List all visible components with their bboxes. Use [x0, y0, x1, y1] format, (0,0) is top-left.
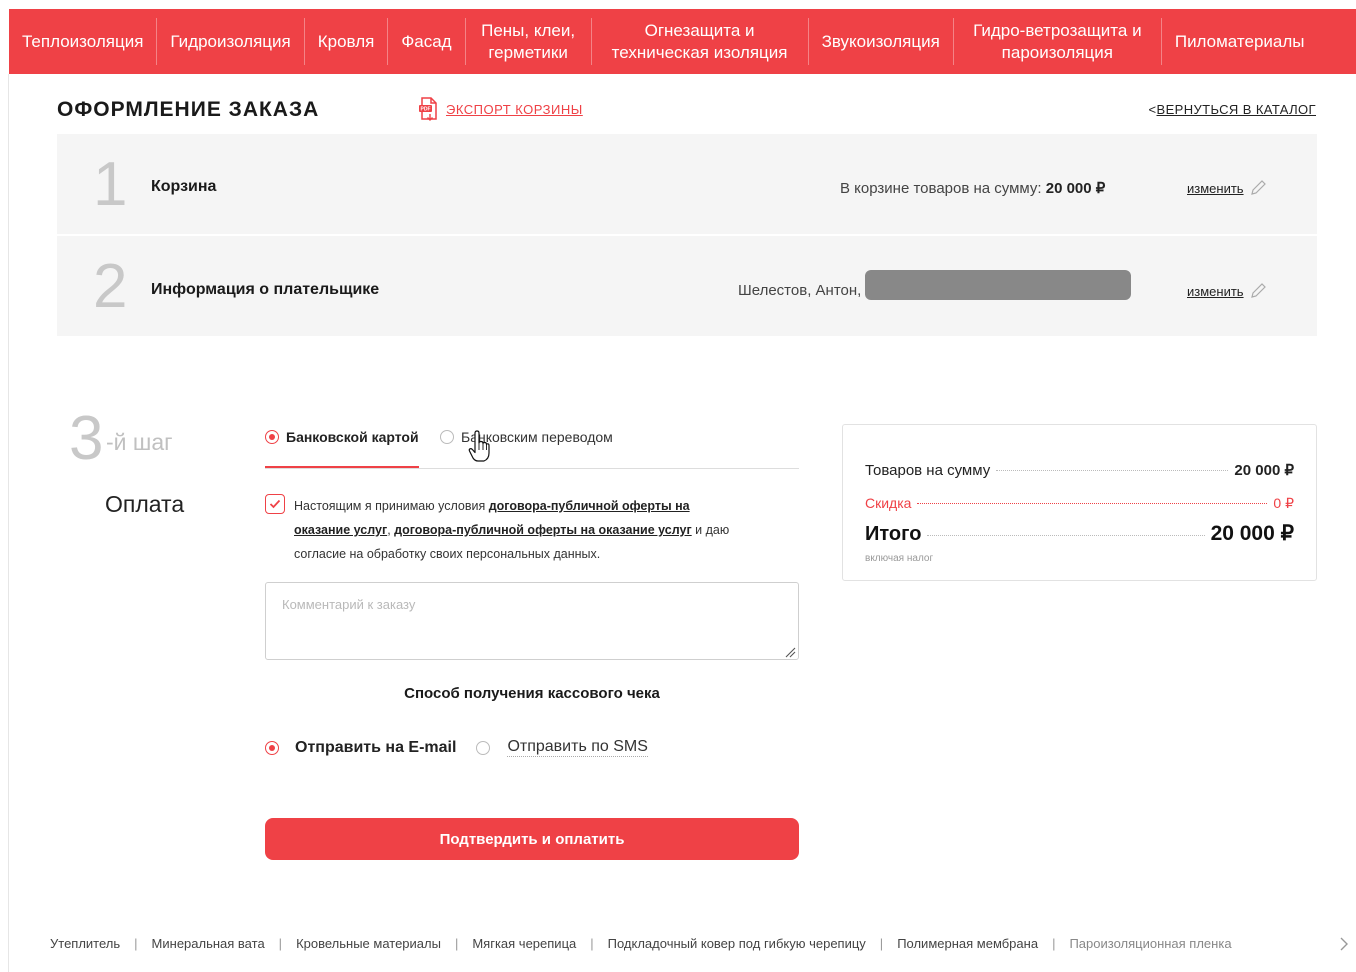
page-title: ОФОРМЛЕНИЕ ЗАКАЗА: [57, 98, 320, 121]
edit-label: изменить: [1187, 283, 1244, 299]
payment-tab-bank-transfer[interactable]: Банковским переводом: [440, 426, 613, 448]
edit-payer-button[interactable]: изменить: [1187, 281, 1268, 301]
nav-item-waterproofing[interactable]: Гидроизоляция: [157, 18, 305, 65]
dotted-leader: [996, 470, 1229, 471]
cart-summary: В корзине товаров на сумму: 20 000 ₽: [840, 179, 1105, 197]
dotted-leader: [917, 503, 1268, 504]
step-number: 2: [93, 252, 128, 321]
nav-item-roofing[interactable]: Кровля: [305, 18, 389, 65]
resize-handle-icon[interactable]: [784, 646, 796, 658]
receipt-method-options: Отправить на E-mail Отправить по SMS: [265, 738, 648, 757]
pdf-export-icon: PDF: [419, 97, 437, 121]
footer-fade-overlay: [1270, 930, 1330, 960]
radio-selected: [265, 740, 279, 755]
consent-text-part: Настоящим я принимаю условия: [294, 499, 489, 513]
step-cart: 1 Корзина В корзине товаров на сумму: 20…: [57, 134, 1317, 234]
export-cart-label: ЭКСПОРТ КОРЗИНЫ: [446, 101, 583, 117]
nav-item-lumber[interactable]: Пиломатериалы: [1162, 18, 1318, 65]
radio-unselected: [476, 740, 491, 755]
tag-separator: |: [1052, 936, 1056, 951]
nav-item-facade[interactable]: Фасад: [388, 18, 466, 65]
tax-note: включая налог: [865, 553, 934, 564]
step-number: 1: [93, 150, 128, 219]
confirm-and-pay-button[interactable]: Подтвердить и оплатить: [265, 818, 799, 860]
step-title: Корзина: [151, 178, 217, 195]
footer-tag[interactable]: Минеральная вата: [152, 936, 265, 951]
tag-separator: |: [454, 936, 459, 951]
nav-item-fire-protection[interactable]: Огнезащита и техническая изоляция: [592, 18, 809, 65]
radio-selected: [265, 430, 279, 444]
receipt-option-label: Отправить на E-mail: [295, 738, 457, 756]
summary-total-label: Итого: [865, 523, 922, 545]
export-cart-link[interactable]: PDF ЭКСПОРТ КОРЗИНЫ: [418, 97, 583, 121]
page-left-border: [8, 74, 9, 972]
nav-item-soundproofing[interactable]: Звукоизоляция: [809, 18, 954, 65]
pencil-icon: [1250, 283, 1266, 298]
step-title: Информация о плательщике: [151, 281, 380, 298]
footer-tag[interactable]: Утеплитель: [50, 936, 120, 951]
receipt-option-email[interactable]: Отправить на E-mail: [265, 739, 456, 757]
summary-discount-value: 0 ₽: [1273, 495, 1294, 511]
footer-tag[interactable]: Мягкая черепица: [472, 936, 576, 951]
chevron-right-icon[interactable]: [1338, 936, 1350, 952]
cart-summary-label: В корзине товаров на сумму:: [840, 180, 1046, 197]
tag-separator: |: [879, 936, 884, 951]
offer-link[interactable]: договора-публичной оферты на оказание ус…: [394, 523, 692, 537]
active-tab-underline: [265, 466, 419, 468]
receipt-option-label: Отправить по SMS: [507, 738, 648, 757]
redacted-block: [865, 270, 1131, 300]
summary-row-discount: Скидка 0 ₽: [865, 495, 1294, 512]
payment-method-tabs: Банковской картой Банковским переводом: [265, 426, 799, 469]
summary-row-total: Итого 20 000 ₽: [865, 521, 1294, 546]
nav-item-vapor-barrier[interactable]: Гидро-ветрозащита и пароизоляция: [954, 18, 1162, 65]
summary-total-value: 20 000 ₽: [1210, 522, 1294, 545]
payment-tab-label: Банковской картой: [286, 429, 419, 445]
payer-summary: Шелестов, Антон,: [738, 282, 862, 299]
payment-tab-card[interactable]: Банковской картой: [265, 426, 419, 448]
footer-tag[interactable]: Подкладочный ковер под гибкую черепицу: [608, 936, 866, 951]
consent-text: Настоящим я принимаю условия договора-пу…: [294, 494, 735, 566]
edit-label: изменить: [1187, 180, 1244, 196]
summary-discount-label: Скидка: [865, 495, 912, 511]
step-payer-info: 2 Информация о плательщике Шелестов, Ант…: [57, 236, 1317, 336]
tag-separator: |: [590, 936, 594, 951]
cart-summary-value: 20 000 ₽: [1045, 180, 1106, 197]
order-summary-card: Товаров на сумму 20 000 ₽ Скидка 0 ₽ Ито…: [842, 424, 1317, 581]
summary-goods-value: 20 000 ₽: [1234, 462, 1294, 479]
top-category-nav: Теплоизоляция Гидроизоляция Кровля Фасад…: [9, 9, 1356, 74]
footer-tag[interactable]: Полимерная мембрана: [897, 936, 1038, 951]
footer-tag[interactable]: Пароизоляционная пленка: [1069, 936, 1231, 951]
consent-block: Настоящим я принимаю условия договора-пу…: [265, 494, 735, 566]
order-comment-input[interactable]: [265, 582, 799, 660]
back-arrow: <: [1148, 102, 1157, 117]
tag-separator: |: [278, 936, 283, 951]
consent-checkbox[interactable]: [265, 494, 285, 514]
radio-unselected: [440, 430, 454, 444]
receipt-option-sms[interactable]: Отправить по SMS: [476, 738, 648, 757]
footer-tag[interactable]: Кровельные материалы: [296, 936, 441, 951]
tag-separator: |: [134, 936, 138, 951]
step-suffix: -й шаг: [106, 429, 173, 455]
dotted-leader: [927, 535, 1205, 536]
svg-text:PDF: PDF: [421, 107, 431, 113]
hand-cursor-icon: [468, 430, 490, 462]
summary-row-goods: Товаров на сумму 20 000 ₽: [865, 461, 1294, 479]
back-to-catalog-link[interactable]: <ВЕРНУТЬСЯ В КАТАЛОГ: [1149, 102, 1317, 117]
receipt-method-title: Способ получения кассового чека: [404, 685, 660, 702]
edit-cart-button[interactable]: изменить: [1187, 178, 1268, 198]
checkmark-icon: [269, 499, 281, 509]
nav-item-foams-adhesives[interactable]: Пены, клеи, герметики: [466, 18, 592, 65]
pencil-icon: [1250, 180, 1266, 195]
step-title-payment: Оплата: [105, 491, 185, 517]
footer-tag-list: Утеплитель | Минеральная вата | Кровельные…: [50, 936, 1330, 951]
nav-item-thermal-insulation[interactable]: Теплоизоляция: [9, 18, 158, 65]
step-number: 3: [69, 404, 104, 473]
back-to-catalog-label: ВЕРНУТЬСЯ В КАТАЛОГ: [1156, 102, 1316, 117]
summary-goods-label: Товаров на сумму: [865, 462, 991, 479]
